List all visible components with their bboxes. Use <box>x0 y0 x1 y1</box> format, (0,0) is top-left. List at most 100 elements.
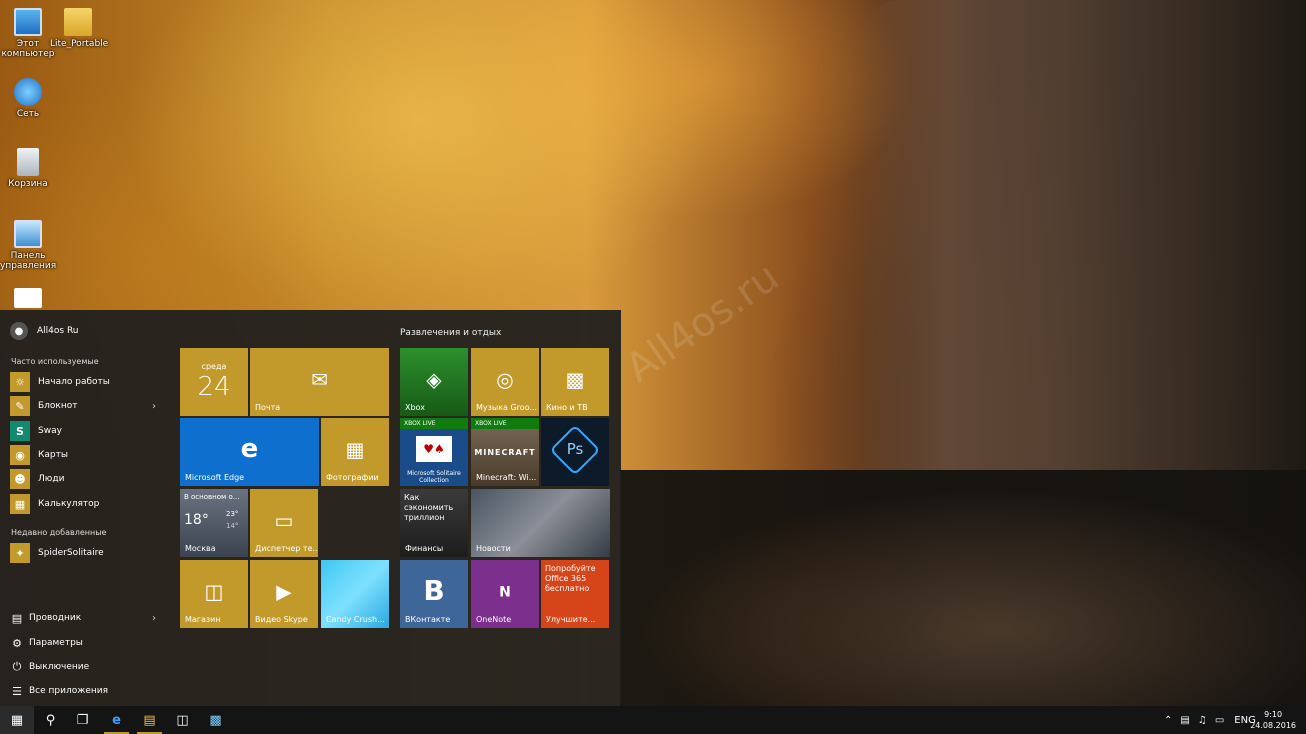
taskbar-control-panel[interactable]: ▩ <box>199 706 232 734</box>
edge-icon: e <box>240 434 259 464</box>
task-view-icon: ❐ <box>76 712 89 728</box>
onenote-icon: N <box>499 584 511 601</box>
tile-edge[interactable]: e Microsoft Edge <box>180 418 319 486</box>
taskbar-file-explorer[interactable]: ▤ <box>133 706 166 734</box>
system-all-apps[interactable]: ☰ Все приложения <box>10 681 160 701</box>
desktop-icon-network[interactable]: Сеть <box>0 78 56 119</box>
notification-icon[interactable]: ▭ <box>1215 715 1224 726</box>
tile-group-title: Развлечения и отдых <box>400 328 502 338</box>
mail-icon: ✉ <box>311 367 328 392</box>
clock-date: 24.08.2016 <box>1250 721 1296 730</box>
explorer-icon: ▤ <box>11 611 23 625</box>
tile-skype-video[interactable]: ▶ Видео Skype <box>250 560 318 628</box>
tile-photos[interactable]: ▦ Фотографии <box>321 418 389 486</box>
store-icon: ◫ <box>176 712 189 728</box>
app-spider-solitaire[interactable]: ✦ SpiderSolitaire <box>10 542 160 564</box>
network-icon[interactable]: ▤ <box>1180 715 1189 726</box>
all-apps-icon: ☰ <box>12 684 22 698</box>
tile-mail[interactable]: ✉ Почта <box>250 348 389 416</box>
maps-icon: ◉ <box>10 445 30 465</box>
clapperboard-icon: ▩ <box>565 367 585 392</box>
tile-minecraft[interactable]: XBOX LIVE MINECRAFT Minecraft: Wi... <box>471 418 539 486</box>
app-calculator[interactable]: ▦ Калькулятор <box>10 493 160 515</box>
playing-cards-icon: ♥♠ <box>416 436 452 462</box>
tile-movies-tv[interactable]: ▩ Кино и ТВ <box>541 348 609 416</box>
chevron-right-icon[interactable]: › <box>152 401 156 412</box>
volume-icon[interactable]: ♫ <box>1198 715 1207 726</box>
clock-time: 9:10 <box>1264 710 1283 719</box>
tile-store[interactable]: ◫ Магазин <box>180 560 248 628</box>
search-button[interactable]: ⚲ <box>34 706 67 734</box>
search-icon: ⚲ <box>45 712 56 728</box>
system-settings[interactable]: ⚙ Параметры <box>10 633 160 653</box>
folder-icon <box>64 8 92 36</box>
sway-icon: S <box>10 421 30 441</box>
app-people[interactable]: ☻ Люди <box>10 468 160 490</box>
desktop-icon-control-panel[interactable]: Панель управления <box>0 220 56 271</box>
notepad-icon: ✎ <box>10 396 30 416</box>
system-tray: ⌃ ▤ ♫ ▭ ENG <box>1164 706 1256 734</box>
network-icon <box>14 78 42 106</box>
tile-vkontakte[interactable]: B ВКонтакте <box>400 560 468 628</box>
tile-solitaire-collection[interactable]: XBOX LIVE ♥♠ Microsoft Solitaire Collect… <box>400 418 468 486</box>
user-account[interactable]: ● All4os Ru <box>10 322 79 340</box>
start-menu-left-column: ● All4os Ru Часто используемые ☼ Начало … <box>0 310 170 706</box>
system-power[interactable]: ⏻ Выключение <box>10 657 160 677</box>
tile-finance[interactable]: Как сэкономить триллион Финансы <box>400 489 468 557</box>
chevron-up-icon[interactable]: ⌃ <box>1164 715 1172 726</box>
calculator-icon: ▦ <box>10 494 30 514</box>
tile-onenote[interactable]: N OneNote <box>471 560 539 628</box>
vk-logo-icon: B <box>423 574 445 608</box>
tile-groove-music[interactable]: ◎ Музыка Groo... <box>471 348 539 416</box>
app-notepad[interactable]: ✎ Блокнот › <box>10 395 160 417</box>
app-get-started[interactable]: ☼ Начало работы <box>10 371 160 393</box>
tile-news[interactable]: Новости <box>471 489 610 557</box>
tile-task-manager[interactable]: ▭ Диспетчер те... <box>250 489 318 557</box>
tile-candy-crush[interactable]: Candy Crush... <box>321 560 389 628</box>
spider-icon: ✦ <box>10 543 30 563</box>
desktop-icon-solitaire[interactable] <box>0 288 56 311</box>
task-manager-icon: ▭ <box>274 508 294 533</box>
user-avatar-icon: ● <box>10 322 28 340</box>
control-panel-icon: ▩ <box>209 712 222 728</box>
app-sway[interactable]: S Sway <box>10 420 160 442</box>
wallpaper-watermark: All4os.ru <box>617 254 788 392</box>
folder-icon: ▤ <box>143 712 156 728</box>
power-icon: ⏻ <box>12 660 22 673</box>
tile-weather[interactable]: В основном о... 18° 23° 14° Москва <box>180 489 248 557</box>
app-maps[interactable]: ◉ Карты <box>10 444 160 466</box>
minecraft-logo-icon: MINECRAFT <box>474 448 536 457</box>
task-view-button[interactable]: ❐ <box>66 706 99 734</box>
wallpaper-tree-roots <box>620 470 1306 706</box>
xbox-icon: ◈ <box>426 367 442 392</box>
recently-added-label: Недавно добавленные <box>11 528 107 537</box>
people-icon: ☻ <box>10 469 30 489</box>
lightbulb-icon: ☼ <box>10 372 30 392</box>
computer-icon <box>14 8 42 36</box>
taskbar-edge[interactable]: e <box>100 706 133 734</box>
start-menu: ● All4os Ru Часто используемые ☼ Начало … <box>0 310 621 706</box>
video-camera-icon: ▶ <box>276 579 292 604</box>
tile-photoshop-express[interactable]: Ps <box>541 418 609 486</box>
gear-icon: ⚙ <box>12 636 22 650</box>
desktop-icon-lite-portable[interactable]: Lite_Portable <box>50 8 108 49</box>
recycle-bin-icon <box>17 148 39 176</box>
photos-icon: ▦ <box>345 437 365 462</box>
start-button[interactable]: ▦ <box>0 706 34 734</box>
taskbar-store[interactable]: ◫ <box>166 706 199 734</box>
most-used-label: Часто используемые <box>11 357 99 366</box>
store-icon: ◫ <box>204 579 224 604</box>
desktop-icon-recycle-bin[interactable]: Корзина <box>0 148 56 189</box>
windows-logo-icon: ▦ <box>10 712 24 728</box>
system-explorer[interactable]: ▤ Проводник › <box>10 608 160 628</box>
tile-calendar[interactable]: среда 24 <box>180 348 248 416</box>
clock[interactable]: 9:10 24.08.2016 <box>1250 709 1296 731</box>
desktop-icon-computer[interactable]: Этот компьютер <box>0 8 56 59</box>
tile-xbox[interactable]: ◈ Xbox <box>400 348 468 416</box>
chevron-right-icon[interactable]: › <box>152 613 156 624</box>
edge-icon: e <box>112 712 121 728</box>
tile-office-365[interactable]: Попробуйте Office 365 бесплатно Улучшите… <box>541 560 609 628</box>
taskbar: ▦ ⚲ ❐ e ▤ ◫ ▩ ⌃ ▤ ♫ ▭ ENG 9:10 24.08.201… <box>0 706 1306 734</box>
cards-icon <box>14 288 42 308</box>
control-panel-icon <box>14 220 42 248</box>
